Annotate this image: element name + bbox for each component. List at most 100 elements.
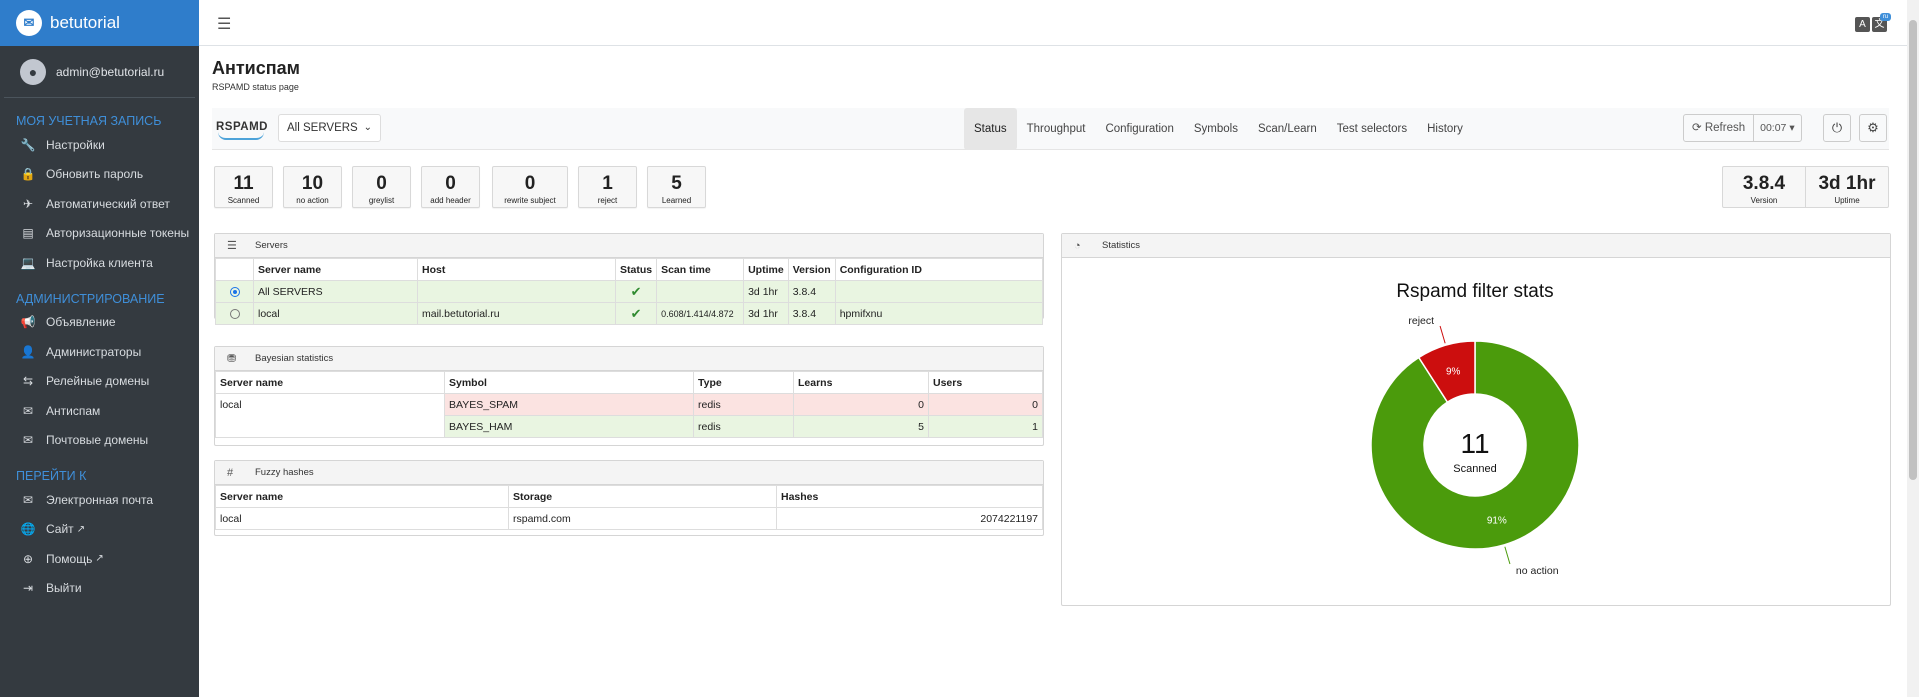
page-scrollbar[interactable] [1907,0,1919,697]
stat-box: 10 no action [283,166,342,208]
page-title: Антиспам [212,58,300,78]
stat-label: reject [597,196,618,205]
envelope-icon: ✉ [22,492,34,507]
column-header: Hashes [776,485,1043,508]
server-radio-cell[interactable] [215,280,254,303]
sidebar-item[interactable]: 💻 Настройка клиента [0,248,199,278]
language-switch-icon[interactable]: A 文 ru [1855,13,1891,34]
column-header: Version [787,258,836,281]
settings-button[interactable]: ⚙ [1859,114,1887,142]
version-value: 3.8.4 [1742,173,1786,194]
refresh-button[interactable]: ⟳ Refresh [1684,115,1755,141]
relay-icon: ⇆ [22,374,34,389]
server-uptime: 3d 1hr [743,280,789,303]
sidebar-item[interactable]: ✉ Антиспам [0,396,199,426]
chart-svg: Rspamd filter stats 91% no action 9% reject 1… [1370,281,1580,577]
tab-test-selectors[interactable]: Test selectors [1327,108,1417,150]
status-check-icon: ✔ [614,280,658,303]
sidebar-item[interactable]: ▤ Авторизационные токены [0,219,199,249]
sidebar-item[interactable]: 🔒 Обновить пароль [0,160,199,190]
external-link-icon: ↗ [76,523,86,535]
column-header: Server name [253,258,418,281]
filter-stats-chart: Rspamd filter stats 91% no action 9% reject 1… [1227,272,1724,592]
stat-value: 1 [602,173,613,194]
tab-configuration[interactable]: Configuration [1095,108,1183,150]
sidebar-section-title: ПЕРЕЙТИ К [16,469,87,483]
config-id [834,280,1044,303]
fuzzy-panel-title: Fuzzy hashes [255,467,314,478]
scan-time: 0.608/1.414/4.872 [656,302,745,325]
sidebar-item[interactable]: ✈ Автоматический ответ [0,189,199,219]
sidebar-item[interactable]: ⇆ Релейные домены [0,367,199,397]
sidebar-item[interactable]: ✉ Электронная почта [0,485,199,515]
server-radio-cell[interactable] [215,302,254,325]
sidebar-item-label: Релейные домены [46,374,150,389]
user-icon: 👤 [20,344,36,359]
sidebar-item[interactable]: 👤 Администраторы [0,337,199,367]
sidebar-nav: МОЯ УЧЕТНАЯ ЗАПИСЬ 🔧 Настройки 🔒 Обновить па… [0,112,199,603]
sidebar-item-label: Настройки [46,137,105,152]
sidebar-item-label: Автоматический ответ [46,196,170,211]
disconnect-button[interactable]: ⏻ [1823,114,1851,142]
refresh-timer-dropdown[interactable]: 00:07 ▾ [1754,115,1800,141]
bayes-learns: 5 [793,415,929,438]
chevron-down-icon: ⌄ [363,122,372,133]
sidebar-item[interactable]: ⊕ Помощь ↗ [0,544,199,574]
sidebar-item[interactable]: ⇥ Выйти [0,574,199,604]
fuzzy-table: Server name Storage Hashes local rspamd.com… [215,485,1043,530]
stat-label: greylist [368,196,395,205]
sidebar-item[interactable]: 📢 Объявление [0,308,199,338]
server-select[interactable]: All SERVERS ⌄ [278,114,381,142]
sidebar-item-label: Электронная почта [46,492,154,507]
bayes-icon: ⛃ [227,353,237,365]
rspamd-navbar: RSPAMD All SERVERS ⌄ Status Throughput Conf… [212,108,1889,150]
pie-slice-label: no action [1516,565,1559,577]
pie-leader-line [1439,325,1446,344]
bayes-users: 1 [928,415,1043,438]
version-uptime-box: 3.8.4 Version 3d 1hr Uptime [1722,166,1889,208]
fuzzy-storage: rspamd.com [508,507,777,530]
user-panel[interactable]: ● admin@betutorial.ru [4,46,195,98]
sidebar-item[interactable]: 🌐 Сайт ↗ [0,515,199,545]
table-row[interactable]: All SERVERS ✔ 3d 1hr 3.8.4 [215,280,1044,303]
logout-icon: ⇥ [22,581,34,596]
pie-chart-icon: ◔ [1074,240,1081,252]
tab-scan-learn[interactable]: Scan/Learn [1248,108,1327,150]
stat-label: rewrite subject [504,196,556,205]
avatar: ● [20,58,46,85]
sidebar-item-label: Обновить пароль [46,167,144,182]
tab-throughput[interactable]: Throughput [1017,108,1096,150]
server-name: local [253,302,418,325]
server-radio[interactable] [229,308,240,319]
stat-value: 0 [524,173,536,194]
column-header: Server name [215,371,445,394]
tab-symbols[interactable]: Symbols [1184,108,1248,150]
table-row[interactable]: local mail.betutorial.ru ✔ 0.608/1.414/4.87… [215,302,1044,325]
page-subtitle: RSPAMD status page [212,82,299,92]
server-host: mail.betutorial.ru [417,302,616,325]
stat-label: no action [296,196,329,205]
server-name: All SERVERS [253,280,418,303]
pie-slice-label: reject [1408,315,1434,327]
column-header: Symbol [444,371,694,394]
column-header [215,258,254,281]
laptop-icon: 💻 [20,255,36,270]
column-header: Learns [793,371,929,394]
brand[interactable]: ✉ betutorial [0,0,199,46]
sidebar-section-title: АДМИНИСТРИРОВАНИЕ [16,291,165,306]
sidebar-item[interactable]: 🔧 Настройки [0,130,199,160]
rspamd-logo: RSPAMD [216,112,267,142]
topbar: ☰ A 文 ru [199,0,1909,46]
stat-value: 0 [445,173,456,194]
tab-status[interactable]: Status [964,108,1017,150]
sidebar-item-label: Объявление [46,315,116,330]
menu-toggle-icon[interactable]: ☰ [217,14,231,34]
pie-leader-line [1504,546,1511,565]
sidebar-item[interactable]: ✉ Почтовые домены [0,426,199,456]
column-header: Users [928,371,1043,394]
tab-history[interactable]: History [1417,108,1473,150]
server-version: 3.8.4 [787,302,836,325]
uptime-label: Uptime [1834,196,1860,205]
lock-icon: 🔒 [20,167,36,182]
server-radio[interactable] [229,286,240,297]
